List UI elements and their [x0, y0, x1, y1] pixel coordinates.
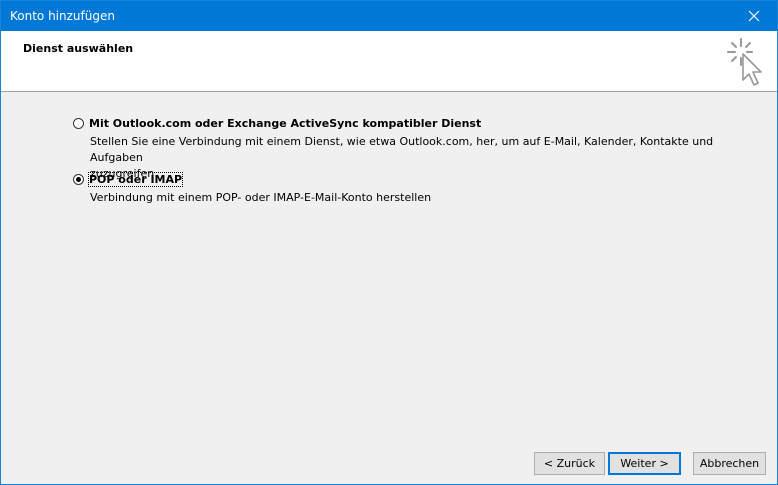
close-icon — [748, 10, 760, 22]
option-pop-imap-description: Verbindung mit einem POP- oder IMAP-E-Ma… — [90, 190, 750, 206]
radio-exchange[interactable] — [73, 118, 84, 129]
option-pop-imap-label[interactable]: POP oder IMAP — [87, 172, 184, 187]
option-exchange-description-line1: Stellen Sie eine Verbindung mit einem Di… — [90, 135, 714, 164]
add-account-dialog: Konto hinzufügen Dienst auswählen Mit Ou… — [0, 0, 778, 485]
option-exchange-description-line2: zuzugreifen — [90, 167, 155, 180]
window-title: Konto hinzufügen — [10, 9, 115, 23]
back-button[interactable]: < Zurück — [534, 452, 605, 475]
next-button[interactable]: Weiter > — [608, 452, 681, 475]
page-title: Dienst auswählen — [23, 42, 134, 55]
cancel-button[interactable]: Abbrechen — [693, 452, 766, 475]
radio-selected-dot — [76, 177, 81, 182]
title-bar: Konto hinzufügen — [1, 1, 777, 31]
dialog-header: Dienst auswählen — [1, 31, 777, 92]
option-pop-imap-description-line1: Verbindung mit einem POP- oder IMAP-E-Ma… — [90, 191, 432, 204]
cursor-click-icon — [727, 38, 762, 86]
option-exchange-description: Stellen Sie eine Verbindung mit einem Di… — [90, 134, 750, 182]
radio-pop-imap[interactable] — [73, 174, 84, 185]
close-button[interactable] — [731, 1, 777, 31]
option-exchange-label[interactable]: Mit Outlook.com oder Exchange ActiveSync… — [89, 117, 481, 130]
